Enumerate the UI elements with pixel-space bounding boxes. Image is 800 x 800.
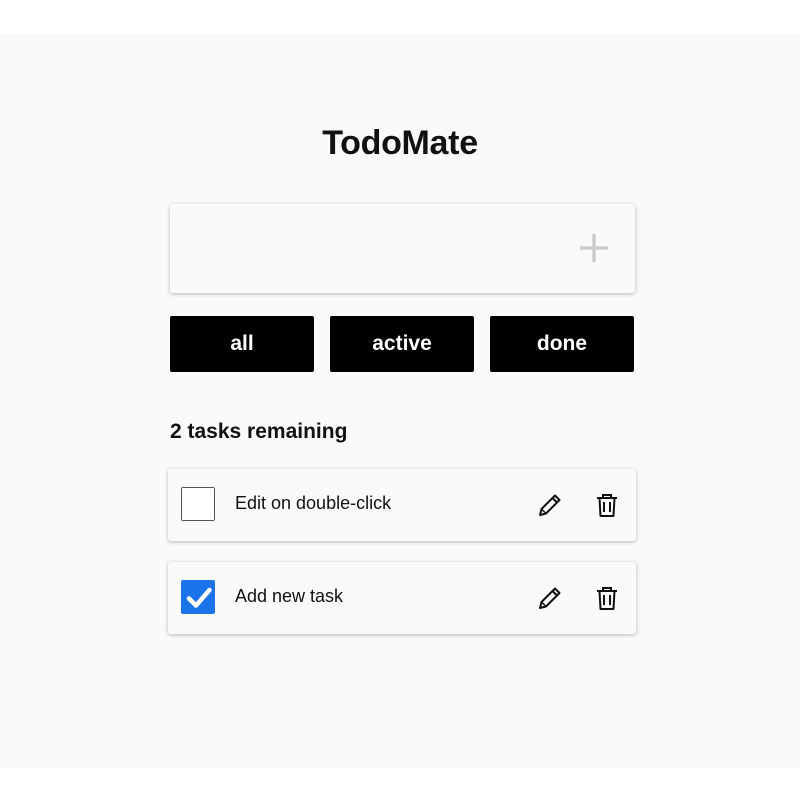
new-task-input[interactable] [184, 218, 568, 280]
filter-bar: all active done [170, 316, 635, 372]
task-checkbox[interactable] [181, 580, 215, 614]
plus-icon[interactable] [578, 232, 610, 264]
app-title: TodoMate [322, 124, 478, 162]
trash-icon[interactable] [593, 584, 621, 612]
filter-all-button[interactable]: all [170, 316, 314, 372]
filter-done-button[interactable]: done [490, 316, 634, 372]
pencil-icon[interactable] [536, 584, 564, 612]
add-task-box [170, 204, 635, 293]
task-text[interactable]: Add new task [235, 586, 343, 607]
task-item: Add new task [168, 562, 636, 634]
filter-active-button[interactable]: active [330, 316, 474, 372]
trash-icon[interactable] [593, 491, 621, 519]
task-item: Edit on double-click [168, 469, 636, 541]
task-checkbox[interactable] [181, 487, 215, 521]
tasks-remaining-count: 2 tasks remaining [170, 420, 348, 443]
checkmark-icon [186, 587, 212, 608]
task-text[interactable]: Edit on double-click [235, 493, 391, 514]
app-page: TodoMate all active done 2 tasks remaini… [0, 34, 800, 768]
pencil-icon[interactable] [536, 491, 564, 519]
